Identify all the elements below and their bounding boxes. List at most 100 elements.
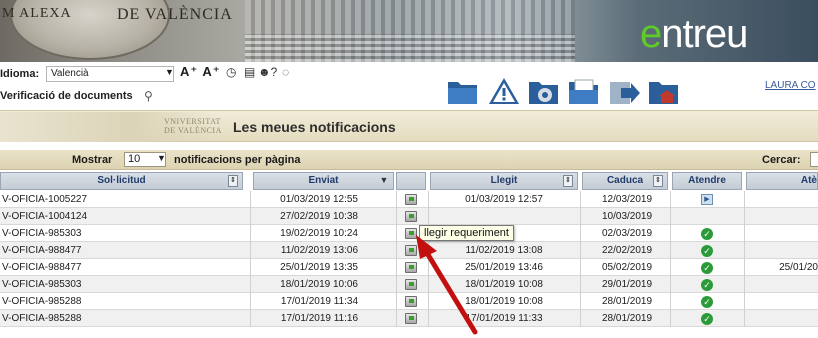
folder-icon[interactable] bbox=[446, 76, 480, 106]
column-header-atendre-date[interactable]: Atè bbox=[746, 172, 818, 190]
cell-llegit: 01/03/2019 12:57 bbox=[465, 194, 543, 205]
cell-atendre-date bbox=[746, 276, 818, 293]
read-requirement-icon[interactable] bbox=[405, 313, 417, 324]
check-icon: ✓ bbox=[701, 313, 713, 325]
read-requirement-icon[interactable] bbox=[405, 296, 417, 307]
search-icon[interactable]: ⚲ bbox=[144, 89, 153, 103]
column-separator bbox=[580, 208, 581, 225]
column-separator bbox=[428, 276, 429, 293]
column-separator bbox=[670, 208, 671, 225]
column-separator bbox=[744, 276, 745, 293]
column-separator bbox=[250, 208, 251, 225]
column-header-atendre[interactable]: Atendre bbox=[672, 172, 742, 190]
read-requirement-icon[interactable] bbox=[405, 211, 417, 222]
column-separator bbox=[670, 242, 671, 259]
language-label: Idioma: bbox=[0, 68, 40, 80]
clock-icon[interactable]: ◷ bbox=[226, 65, 236, 79]
header-label: Sol·licitud bbox=[97, 175, 146, 186]
cell-solicitud: V-OFICIA-985288 bbox=[2, 296, 82, 307]
column-separator bbox=[670, 225, 671, 242]
table-row[interactable]: V-OFICIA-988477 11/02/2019 13:06 11/02/201… bbox=[0, 242, 818, 259]
folder-settings-icon[interactable] bbox=[527, 76, 561, 106]
cell-caduca: 28/01/2019 bbox=[602, 313, 653, 324]
cell-llegit: 18/01/2019 10:08 bbox=[465, 296, 543, 307]
column-separator bbox=[580, 225, 581, 242]
sort-desc-icon[interactable]: ▼ bbox=[379, 175, 389, 187]
sort-icon[interactable]: ⇕ bbox=[563, 175, 573, 187]
table-row[interactable]: V-OFICIA-985288 17/01/2019 11:34 18/01/201… bbox=[0, 293, 818, 310]
cell-llegit: 25/01/2019 13:46 bbox=[465, 262, 543, 273]
column-separator bbox=[396, 293, 397, 310]
column-separator bbox=[396, 310, 397, 327]
column-header-llegit[interactable]: Llegit ⇕ bbox=[430, 172, 578, 190]
language-select[interactable]: Valencià bbox=[46, 66, 174, 82]
attend-button-icon[interactable]: ▶ bbox=[701, 194, 713, 205]
folder-home-icon[interactable] bbox=[647, 76, 681, 106]
cell-llegit: 11/02/2019 13:08 bbox=[465, 245, 543, 256]
cell-atendre-date: 25/01/20 bbox=[779, 262, 818, 273]
cell-caduca: 12/03/2019 bbox=[602, 194, 653, 205]
cell-atendre-date bbox=[746, 242, 818, 259]
header-label: Atè bbox=[800, 175, 817, 186]
column-header-enviat[interactable]: Enviat ▼ bbox=[253, 172, 394, 190]
table-row[interactable]: V-OFICIA-98530319/02/2019 10:240:2602/03… bbox=[0, 225, 818, 242]
check-icon: ✓ bbox=[701, 228, 713, 240]
cell-enviat: 18/01/2019 10:06 bbox=[280, 279, 358, 290]
chat-icon[interactable]: ◌ bbox=[282, 65, 289, 79]
column-separator bbox=[670, 310, 671, 327]
search-input[interactable] bbox=[810, 152, 818, 167]
column-header-caduca[interactable]: Caduca ⇕ bbox=[582, 172, 668, 190]
university-brand: DE VALÈNCIA bbox=[117, 6, 233, 23]
table-row[interactable]: V-OFICIA-1004124 27/02/2019 10:38 10/03/20… bbox=[0, 208, 818, 225]
keyboard-icon[interactable]: ▤ bbox=[244, 65, 255, 79]
logo-accent: e bbox=[640, 12, 662, 56]
table-row[interactable]: V-OFICIA-985303 18/01/2019 10:06 18/01/201… bbox=[0, 276, 818, 293]
column-separator bbox=[250, 293, 251, 310]
column-separator bbox=[396, 242, 397, 259]
column-separator bbox=[428, 208, 429, 225]
table-row[interactable]: V-OFICIA-988477 25/01/2019 13:35 25/01/201… bbox=[0, 259, 818, 276]
warning-icon[interactable] bbox=[487, 76, 521, 106]
check-icon: ✓ bbox=[701, 296, 713, 308]
column-separator bbox=[396, 276, 397, 293]
column-header-solicitud[interactable]: Sol·licitud ⇕ bbox=[0, 172, 243, 190]
sort-icon[interactable]: ⇕ bbox=[653, 175, 663, 187]
cell-caduca: 29/01/2019 bbox=[602, 279, 653, 290]
cell-llegit: 18/01/2019 10:08 bbox=[465, 279, 543, 290]
read-requirement-icon[interactable] bbox=[405, 262, 417, 273]
column-separator bbox=[744, 191, 745, 208]
export-icon[interactable] bbox=[607, 76, 641, 106]
read-requirement-icon[interactable] bbox=[405, 194, 417, 205]
sort-icon[interactable]: ⇕ bbox=[228, 175, 238, 187]
entreu-logo[interactable]: entreu bbox=[640, 12, 748, 56]
table-row[interactable]: V-OFICIA-985288 17/01/2019 11:16 17/01/201… bbox=[0, 310, 818, 327]
column-separator bbox=[744, 293, 745, 310]
users-help-icon[interactable]: ☻? bbox=[258, 65, 277, 79]
column-separator bbox=[250, 259, 251, 276]
table-row[interactable]: V-OFICIA-1005227 01/03/2019 12:55 01/03/20… bbox=[0, 191, 818, 208]
read-requirement-icon[interactable] bbox=[405, 245, 417, 256]
cell-solicitud: V-OFICIA-985303 bbox=[2, 279, 82, 290]
column-separator bbox=[744, 310, 745, 327]
check-icon: ✓ bbox=[701, 262, 713, 274]
cell-caduca: 02/03/2019 bbox=[602, 228, 653, 239]
chevron-down-icon[interactable]: ▼ bbox=[157, 153, 166, 163]
cell-enviat: 17/01/2019 11:16 bbox=[280, 313, 358, 324]
column-separator bbox=[428, 242, 429, 259]
column-header-actions bbox=[396, 172, 426, 190]
cell-enviat: 19/02/2019 10:24 bbox=[280, 228, 358, 239]
folder-documents-icon[interactable] bbox=[567, 76, 601, 106]
column-separator bbox=[580, 191, 581, 208]
cell-atendre-date bbox=[746, 191, 818, 208]
chevron-down-icon[interactable]: ▼ bbox=[165, 67, 174, 77]
verification-link[interactable]: Verificació de documents bbox=[0, 90, 133, 102]
cell-solicitud: V-OFICIA-988477 bbox=[2, 262, 82, 273]
font-size-tools[interactable]: A⁺ A⁺ bbox=[180, 64, 221, 80]
banner-building-facade bbox=[245, 34, 575, 62]
read-requirement-icon[interactable] bbox=[405, 228, 417, 239]
read-requirement-icon[interactable] bbox=[405, 279, 417, 290]
user-name-link[interactable]: LAURA CO bbox=[765, 80, 816, 91]
watermark-line-1: VNIVERSITAT bbox=[164, 117, 221, 126]
cell-caduca: 05/02/2019 bbox=[602, 262, 653, 273]
cell-enviat: 25/01/2019 13:35 bbox=[280, 262, 358, 273]
